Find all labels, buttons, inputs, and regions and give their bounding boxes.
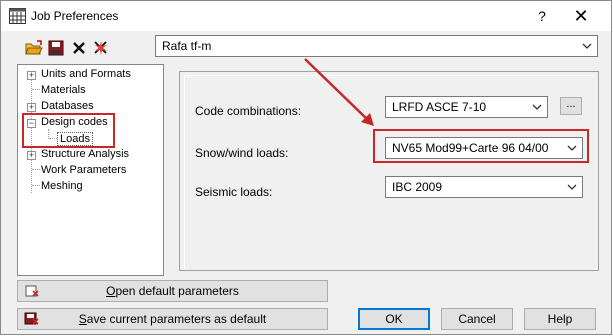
save-as-default-button[interactable]: Save current parameters as default — [17, 308, 328, 330]
tree-connector — [32, 169, 40, 170]
tree-connector — [32, 185, 40, 186]
ok-button[interactable]: OK — [358, 308, 430, 330]
tree-item-label: Work Parameters — [41, 164, 127, 176]
chevron-down-icon — [567, 184, 577, 190]
close-button[interactable]: ✕ — [568, 5, 594, 27]
window-title: Job Preferences — [31, 9, 119, 23]
expand-icon[interactable]: + — [27, 103, 36, 112]
code-combinations-value: LRFD ASCE 7-10 — [392, 100, 487, 114]
tree-item-label: Units and Formats — [41, 68, 131, 80]
chevron-down-icon — [582, 43, 592, 49]
seismic-loads-label: Seismic loads: — [195, 185, 273, 199]
job-preferences-dialog: Job Preferences ? ✕ Rafa tf-m + Units an… — [0, 0, 612, 335]
preferences-tree: + Units and Formats Materials + Database… — [17, 64, 164, 276]
code-combinations-label: Code combinations: — [195, 104, 302, 118]
delete-icon[interactable] — [70, 39, 88, 57]
expand-icon[interactable]: + — [27, 151, 36, 160]
tree-item-label: Materials — [41, 84, 86, 96]
open-default-label: pen default parameters — [115, 284, 239, 298]
chevron-down-icon — [532, 104, 542, 110]
save-icon[interactable] — [47, 39, 65, 57]
help-button[interactable]: Help — [524, 308, 596, 330]
annotation-highlight-tree — [22, 113, 115, 148]
cancel-button[interactable]: Cancel — [441, 308, 513, 330]
code-combinations-select[interactable]: LRFD ASCE 7-10 — [385, 96, 548, 118]
open-default-parameters-button[interactable]: Open default parameters — [17, 280, 328, 302]
preset-select[interactable]: Rafa tf-m — [155, 35, 598, 57]
tree-item-label: Structure Analysis — [41, 148, 130, 160]
code-combinations-browse-button[interactable]: ... — [560, 97, 582, 115]
annotation-highlight-snow-wind — [373, 129, 589, 163]
annotation-arrow — [304, 58, 374, 126]
seismic-loads-value: IBC 2009 — [392, 180, 443, 194]
expand-icon[interactable]: + — [27, 71, 36, 80]
reset-icon[interactable] — [92, 39, 110, 57]
title-bar: Job Preferences ? ✕ — [1, 1, 611, 31]
save-default-label: ave current parameters as default — [86, 312, 267, 326]
preset-value: Rafa tf-m — [162, 39, 212, 53]
tree-connector — [32, 89, 40, 90]
app-icon — [9, 8, 26, 24]
seismic-loads-select[interactable]: IBC 2009 — [385, 176, 583, 198]
tree-item-label: Meshing — [41, 180, 83, 192]
save-default-mnemonic: S — [78, 312, 87, 326]
title-help-button[interactable]: ? — [529, 5, 555, 27]
open-folder-icon[interactable] — [25, 39, 43, 57]
tree-item-label: Databases — [41, 100, 94, 112]
snow-wind-loads-label: Snow/wind loads: — [195, 146, 289, 160]
